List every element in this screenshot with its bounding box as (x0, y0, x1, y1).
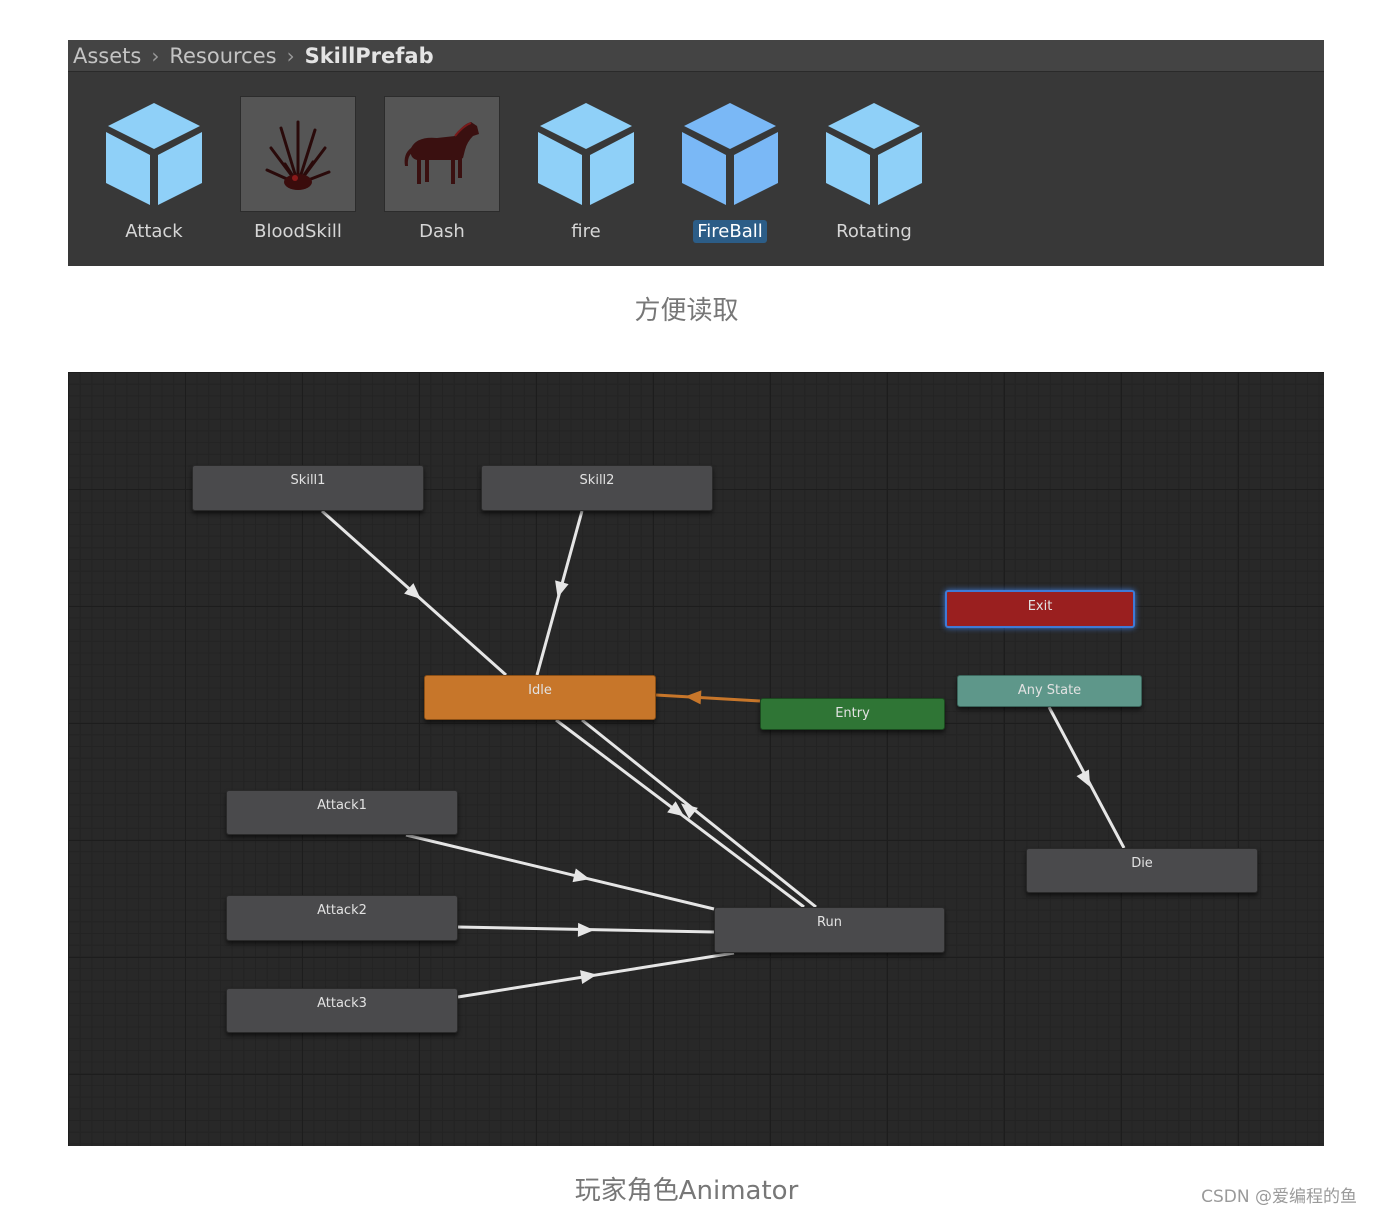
asset-bloodskill[interactable]: BloodSkill (233, 96, 363, 246)
state-exit[interactable]: Exit (945, 590, 1135, 628)
prefab-cube-icon (528, 96, 644, 212)
watermark: CSDN @爱编程的鱼 (1201, 1187, 1357, 1207)
animator-graph[interactable]: Skill1 Skill2 Exit Idle Entry Any State … (68, 372, 1324, 1146)
prefab-cube-icon (672, 96, 788, 212)
state-die[interactable]: Die (1026, 848, 1258, 893)
breadcrumb-item-resources[interactable]: Resources (169, 44, 276, 68)
chevron-right-icon: › (286, 43, 295, 68)
asset-label: FireBall (693, 220, 767, 243)
blood-skill-thumbnail (240, 96, 356, 212)
prefab-cube-icon (816, 96, 932, 212)
breadcrumb-item-skillprefab[interactable]: SkillPrefab (305, 44, 434, 68)
asset-fire[interactable]: fire (521, 96, 651, 246)
state-entry[interactable]: Entry (760, 698, 945, 730)
asset-rotating[interactable]: Rotating (809, 96, 939, 246)
horse-thumbnail (384, 96, 500, 212)
state-idle[interactable]: Idle (424, 675, 656, 720)
prefab-cube-icon (96, 96, 212, 212)
caption-bottom: 玩家角色Animator (574, 1176, 799, 1206)
state-any-state[interactable]: Any State (957, 675, 1142, 707)
transition-entry-idle[interactable] (655, 693, 761, 703)
state-attack3[interactable]: Attack3 (226, 988, 458, 1033)
asset-fireball[interactable]: FireBall (665, 96, 795, 246)
transition-run-idle[interactable] (581, 718, 817, 909)
state-attack1[interactable]: Attack1 (226, 790, 458, 835)
asset-label: Attack (125, 221, 183, 242)
state-skill2[interactable]: Skill2 (481, 465, 713, 511)
state-skill1[interactable]: Skill1 (192, 465, 424, 511)
breadcrumb: Assets › Resources › SkillPrefab (68, 40, 1324, 72)
chevron-right-icon: › (151, 43, 160, 68)
state-attack2[interactable]: Attack2 (226, 895, 458, 941)
caption-top: 方便读取 (634, 296, 739, 326)
asset-attack[interactable]: Attack (89, 96, 219, 246)
asset-label: fire (571, 221, 601, 242)
state-run[interactable]: Run (714, 907, 945, 953)
asset-dash[interactable]: Dash (377, 96, 507, 246)
asset-label: BloodSkill (254, 221, 342, 242)
asset-label: Rotating (836, 221, 912, 242)
breadcrumb-item-assets[interactable]: Assets (73, 44, 141, 68)
project-panel: Assets › Resources › SkillPrefab Attack (68, 40, 1324, 266)
asset-label: Dash (419, 221, 465, 242)
